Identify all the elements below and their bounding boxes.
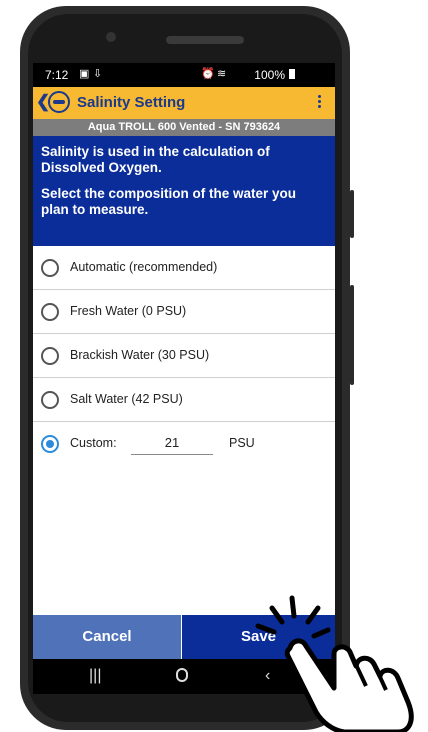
cancel-button[interactable]: Cancel <box>33 615 181 659</box>
custom-salinity-input[interactable]: 21 <box>131 432 213 455</box>
tap-burst-icon <box>255 595 331 639</box>
option-custom[interactable]: Custom: 21 PSU <box>33 422 335 466</box>
app-logo-icon <box>48 91 70 113</box>
info-panel: Salinity is used in the calculation of D… <box>33 136 335 246</box>
radio-custom[interactable] <box>41 435 59 453</box>
image-icon: ▣ <box>79 68 90 80</box>
battery-percent: 100% <box>254 68 285 82</box>
battery-icon <box>289 69 295 79</box>
option-brackish-water[interactable]: Brackish Water (30 PSU) <box>33 334 335 378</box>
volume-button <box>350 190 354 238</box>
info-text-2: Select the composition of the water you … <box>41 186 297 217</box>
speaker-grille <box>166 36 244 44</box>
info-text-1: Salinity is used in the calculation of D… <box>41 144 270 175</box>
recent-apps-icon[interactable]: ||| <box>89 667 101 685</box>
tap-hand-icon <box>255 595 414 732</box>
option-label: Brackish Water (30 PSU) <box>70 348 210 362</box>
page-title: Salinity Setting <box>77 94 186 111</box>
status-time: 7:12 <box>45 68 69 82</box>
download-icon: ⇩ <box>93 68 103 80</box>
device-label: Aqua TROLL 600 Vented - SN 793624 <box>33 119 335 136</box>
option-salt-water[interactable]: Salt Water (42 PSU) <box>33 378 335 422</box>
camera-icon <box>106 32 116 42</box>
radio-brackish-water[interactable] <box>41 347 59 365</box>
radio-salt-water[interactable] <box>41 391 59 409</box>
alarm-icon: ⏰ <box>201 68 215 80</box>
option-label: Custom: <box>70 436 117 450</box>
option-label: Fresh Water (0 PSU) <box>70 304 187 318</box>
status-bar: 7:12 ▣ ⇩ ⏰ ≋ 100% <box>33 63 335 87</box>
unit-label: PSU <box>229 436 255 450</box>
overflow-menu-icon[interactable] <box>318 95 321 109</box>
power-button <box>350 285 354 385</box>
app-bar: ❮ Salinity Setting <box>33 87 335 119</box>
home-icon[interactable] <box>176 668 188 682</box>
option-automatic[interactable]: Automatic (recommended) <box>33 246 335 290</box>
option-label: Salt Water (42 PSU) <box>70 392 183 406</box>
wifi-signal-icon: ≋ <box>217 68 227 80</box>
option-label: Automatic (recommended) <box>70 260 218 274</box>
option-fresh-water[interactable]: Fresh Water (0 PSU) <box>33 290 335 334</box>
radio-automatic[interactable] <box>41 259 59 277</box>
radio-fresh-water[interactable] <box>41 303 59 321</box>
